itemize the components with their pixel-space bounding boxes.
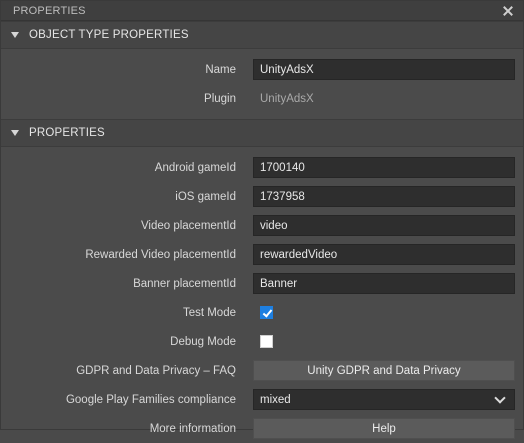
test-mode-label: Test Mode: [182, 306, 236, 319]
more-info-label: More information: [149, 422, 236, 435]
row-name: Name UnityAdsX: [1, 55, 523, 84]
families-select[interactable]: mixed: [253, 389, 515, 410]
families-label: Google Play Families compliance: [65, 393, 236, 406]
video-placement-input[interactable]: video: [253, 215, 515, 236]
rewarded-placement-label: Rewarded Video placementId: [85, 248, 236, 261]
plugin-value: UnityAdsX: [260, 92, 314, 105]
row-families: Google Play Families compliance mixed: [1, 385, 523, 414]
row-video-placement: Video placementId video: [1, 211, 523, 240]
gdpr-label: GDPR and Data Privacy – FAQ: [76, 364, 236, 377]
plugin-label: Plugin: [204, 92, 236, 105]
section-title: OBJECT TYPE PROPERTIES: [29, 29, 189, 41]
debug-mode-label: Debug Mode: [170, 335, 236, 348]
ios-gameid-input[interactable]: 1737958: [253, 186, 515, 207]
name-input[interactable]: UnityAdsX: [253, 59, 515, 80]
row-ios-gameid: iOS gameId 1737958: [1, 182, 523, 211]
banner-placement-label: Banner placementId: [133, 277, 236, 290]
banner-placement-input[interactable]: Banner: [253, 273, 515, 294]
test-mode-checkbox[interactable]: [260, 306, 273, 319]
rewarded-placement-input[interactable]: rewardedVideo: [253, 244, 515, 265]
debug-mode-checkbox[interactable]: [260, 335, 273, 348]
gdpr-button[interactable]: Unity GDPR and Data Privacy: [253, 360, 515, 381]
android-gameid-label: Android gameId: [154, 161, 236, 174]
row-rewarded-placement: Rewarded Video placementId rewardedVideo: [1, 240, 523, 269]
close-icon[interactable]: [501, 4, 515, 18]
row-android-gameid: Android gameId 1700140: [1, 153, 523, 182]
android-gameid-input[interactable]: 1700140: [253, 157, 515, 178]
row-gdpr: GDPR and Data Privacy – FAQ Unity GDPR a…: [1, 356, 523, 385]
section-title: PROPERTIES: [29, 127, 105, 139]
row-plugin: Plugin UnityAdsX: [1, 84, 523, 113]
row-banner-placement: Banner placementId Banner: [1, 269, 523, 298]
collapse-triangle-icon[interactable]: [11, 32, 19, 38]
row-test-mode: Test Mode: [1, 298, 523, 327]
row-more-info: More information Help: [1, 414, 523, 443]
families-select-value: mixed: [260, 393, 291, 406]
ios-gameid-label: iOS gameId: [175, 190, 236, 203]
help-button[interactable]: Help: [253, 418, 515, 439]
name-label: Name: [205, 63, 236, 76]
chevron-down-icon: [494, 392, 506, 404]
collapse-triangle-icon[interactable]: [11, 130, 19, 136]
section-properties-header[interactable]: PROPERTIES: [1, 119, 523, 147]
section-object-type-header[interactable]: OBJECT TYPE PROPERTIES: [1, 21, 523, 49]
panel-titlebar: PROPERTIES: [1, 1, 523, 21]
properties-panel: PROPERTIES OBJECT TYPE PROPERTIES Name U…: [0, 0, 524, 439]
row-debug-mode: Debug Mode: [1, 327, 523, 356]
video-placement-label: Video placementId: [140, 219, 236, 232]
panel-title: PROPERTIES: [13, 4, 86, 17]
